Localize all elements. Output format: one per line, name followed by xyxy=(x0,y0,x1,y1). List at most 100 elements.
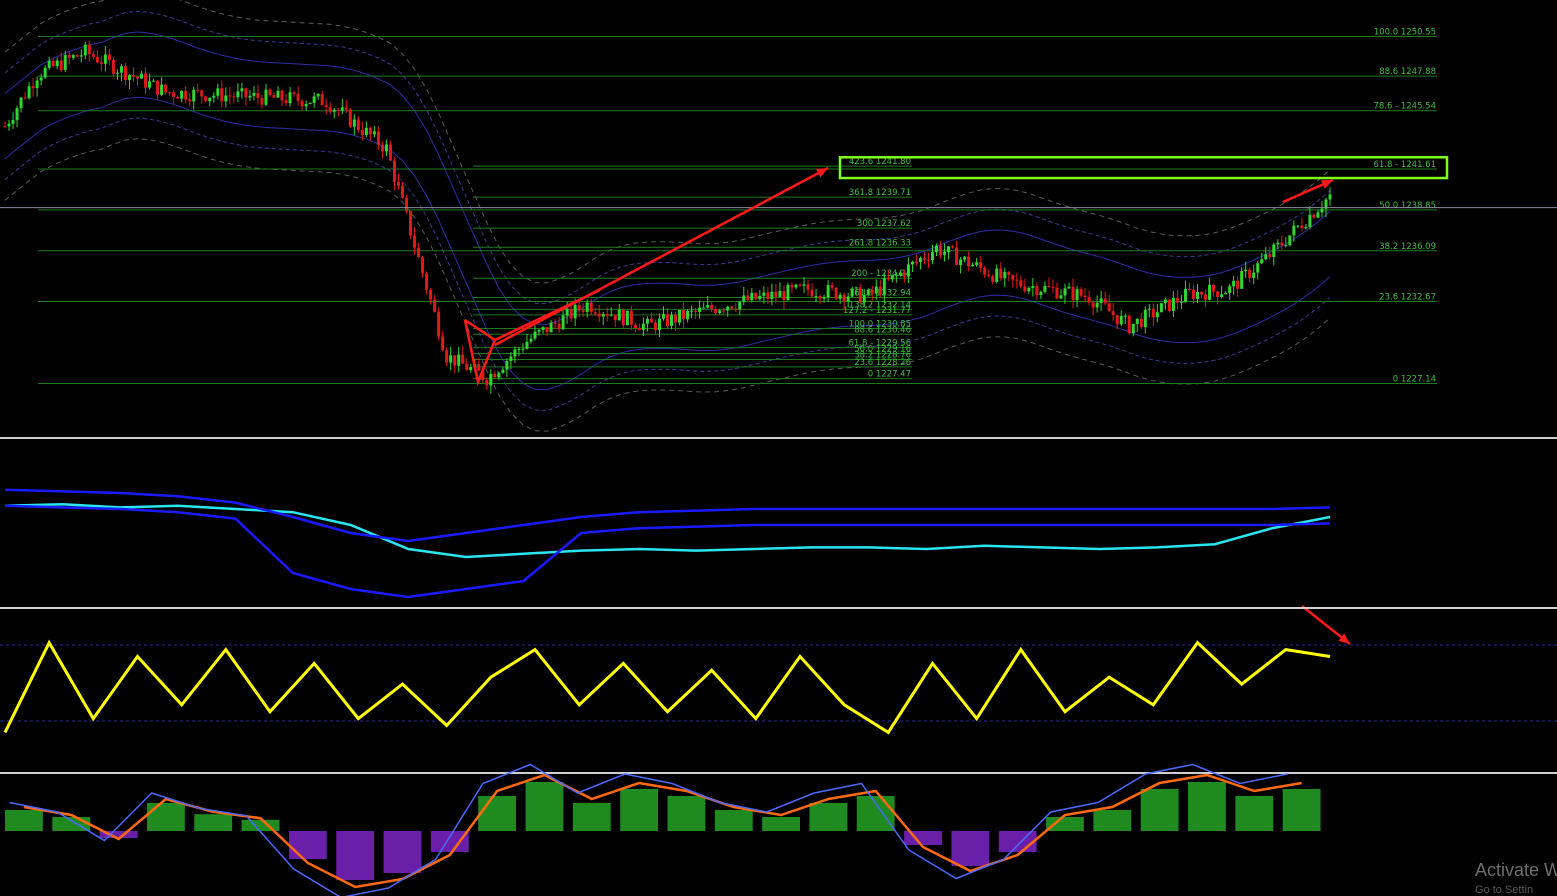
candle-body xyxy=(136,76,139,79)
candle-body xyxy=(674,314,678,323)
candle-body xyxy=(637,328,641,330)
candle-body xyxy=(196,89,200,91)
go-to-settings-watermark: Go to Settin xyxy=(1475,884,1534,896)
candle-body xyxy=(1147,308,1151,310)
candle-body xyxy=(364,127,368,135)
candle-body xyxy=(569,308,573,319)
candle-body xyxy=(734,308,738,310)
candle-body xyxy=(975,262,979,265)
candle-body xyxy=(581,310,585,312)
candle-body xyxy=(388,144,392,161)
candle-body xyxy=(1047,285,1051,287)
candle-body xyxy=(593,312,597,314)
fib-extension-label: 127.2 - 1231.77 xyxy=(843,306,911,316)
fib-level-label: 100.0 1250.55 xyxy=(1374,27,1436,37)
candle-body xyxy=(842,294,846,302)
candle-body xyxy=(770,291,774,299)
candle-body xyxy=(288,92,292,104)
candle-body xyxy=(533,331,537,339)
candle-body xyxy=(489,373,493,386)
candle-body xyxy=(1015,279,1019,281)
candle-body xyxy=(778,291,782,297)
candle-body xyxy=(1035,286,1039,295)
candle-body xyxy=(320,93,324,106)
candle-body xyxy=(1183,288,1187,302)
fib-extension-label: 88.6 1230.46 xyxy=(854,325,911,335)
oscillator-3-panel xyxy=(5,763,1321,896)
candle-body xyxy=(115,72,119,74)
candle-body xyxy=(140,73,144,79)
candle-body xyxy=(1127,315,1131,334)
candle-body xyxy=(1312,214,1316,218)
candle-body xyxy=(886,278,890,280)
candle-body xyxy=(657,318,661,331)
candle-body xyxy=(814,296,818,298)
candle-body xyxy=(617,309,621,321)
candle-body xyxy=(1083,295,1087,298)
candle-body xyxy=(47,60,51,68)
candle-body xyxy=(983,267,987,275)
candle-body xyxy=(1248,269,1252,278)
candle-body xyxy=(15,108,19,121)
histogram-bar xyxy=(998,831,1037,852)
candle-body xyxy=(1260,259,1264,264)
candle-body xyxy=(1308,214,1312,227)
histogram-bar xyxy=(762,817,800,831)
candle-body xyxy=(1115,315,1119,325)
candle-body xyxy=(212,95,216,98)
candle-body xyxy=(854,287,858,289)
candle-body xyxy=(894,275,898,277)
candle-body xyxy=(83,44,87,56)
candle-body xyxy=(1095,302,1099,308)
histogram-bar xyxy=(5,810,43,831)
candle-body xyxy=(874,286,878,294)
candle-body xyxy=(698,307,702,312)
candle-body xyxy=(1163,299,1167,304)
candle-body xyxy=(477,364,481,371)
candle-body xyxy=(168,92,172,94)
candle-body xyxy=(228,95,232,97)
candle-body xyxy=(437,311,441,337)
candle-body xyxy=(236,91,240,98)
candle-body xyxy=(216,88,220,96)
fib-level-label: 0 1227.14 xyxy=(1393,374,1436,384)
candle-body xyxy=(910,261,914,265)
candle-body xyxy=(730,306,734,309)
candle-body xyxy=(906,264,910,277)
candle-body xyxy=(296,93,300,101)
candle-body xyxy=(268,89,272,95)
candle-body xyxy=(686,310,690,320)
candle-body xyxy=(332,109,336,112)
candle-body xyxy=(1252,272,1256,278)
candle-body xyxy=(738,301,742,310)
oscillator-2-panel xyxy=(0,639,1557,735)
fib-level-label: 38.2 1236.09 xyxy=(1379,242,1436,252)
candle-body xyxy=(244,88,248,98)
histogram-bar xyxy=(809,803,848,831)
candle-body xyxy=(204,96,208,102)
candle-body xyxy=(449,355,453,363)
candle-body xyxy=(545,326,549,333)
oscillator-1-lower-band xyxy=(4,504,1331,599)
candle-body xyxy=(152,80,156,82)
candle-body xyxy=(939,245,943,255)
candle-body xyxy=(798,284,802,286)
candle-body xyxy=(1187,288,1191,290)
candle-body xyxy=(119,66,123,73)
candle-body xyxy=(272,94,276,98)
candle-body xyxy=(549,322,553,333)
candle-body xyxy=(1123,315,1127,317)
candle-body xyxy=(758,295,762,300)
fibonacci-levels: 100.0 1250.55 88.6 1247.88 78.6 - 1245.54 6… xyxy=(38,27,1437,384)
candle-body xyxy=(633,324,637,329)
candle-body xyxy=(1075,289,1079,301)
candle-body xyxy=(1240,271,1244,289)
candle-body xyxy=(746,295,750,301)
candle-body xyxy=(1224,292,1228,295)
candle-body xyxy=(264,89,268,105)
candle-body xyxy=(220,88,224,102)
candle-body xyxy=(417,247,421,258)
candle-body xyxy=(1151,308,1155,318)
fib-level-label: 50.0 1238.85 xyxy=(1379,201,1436,211)
activate-windows-watermark: Activate W xyxy=(1475,860,1557,880)
